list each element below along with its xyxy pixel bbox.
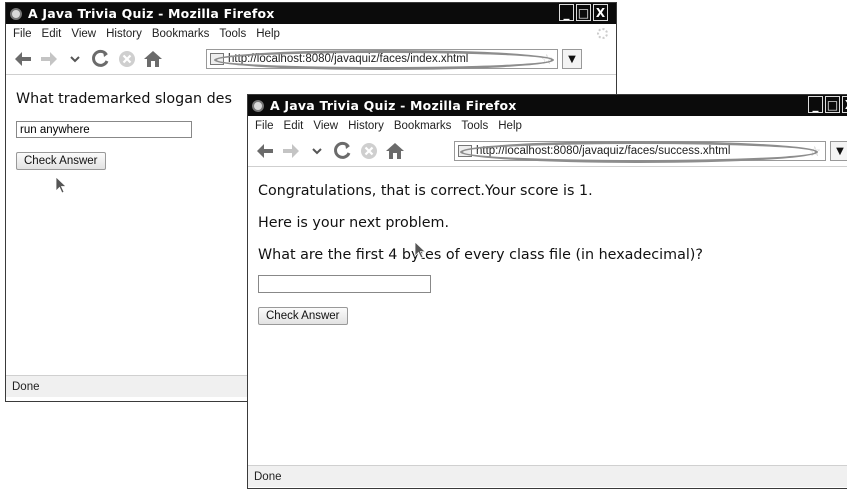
window-title: A Java Trivia Quiz - Mozilla Firefox <box>28 6 275 21</box>
next-problem-text: Here is your next problem. <box>258 215 450 231</box>
forward-arrow-icon[interactable] <box>38 48 60 70</box>
maximize-button[interactable]: □ <box>576 4 591 21</box>
reload-icon[interactable] <box>90 48 112 70</box>
congratulations-message: Congratulations, that is correct.Your sc… <box>258 183 593 199</box>
menu-help[interactable]: Help <box>251 28 285 40</box>
menu-file[interactable]: File <box>8 28 37 40</box>
page-content: Congratulations, that is correct.Your sc… <box>248 183 847 325</box>
menu-edit[interactable]: Edit <box>279 120 309 132</box>
url-dropdown-chevron-icon[interactable]: ▼ <box>830 141 847 161</box>
url-bar[interactable]: http://localhost:8080/javaquiz/faces/suc… <box>454 141 826 161</box>
mouse-cursor-icon <box>55 176 67 194</box>
menu-tools[interactable]: Tools <box>456 120 493 132</box>
home-icon[interactable] <box>384 140 406 162</box>
answer-input[interactable] <box>258 275 431 293</box>
minimize-button[interactable]: _ <box>559 4 574 21</box>
back-arrow-icon[interactable] <box>12 48 34 70</box>
title-bar[interactable]: A Java Trivia Quiz - Mozilla Firefox _ □… <box>6 3 616 24</box>
site-page-icon <box>210 53 224 65</box>
menu-file[interactable]: File <box>250 120 279 132</box>
answer-input[interactable] <box>16 121 192 138</box>
question-text: What are the first 4 bytes of every clas… <box>258 247 703 263</box>
menu-edit[interactable]: Edit <box>37 28 67 40</box>
chevron-down-icon[interactable] <box>306 140 328 162</box>
stop-icon[interactable] <box>116 48 138 70</box>
navigation-toolbar: http://localhost:8080/javaquiz/faces/suc… <box>248 136 847 167</box>
stop-icon[interactable] <box>358 140 380 162</box>
browser-window-success: A Java Trivia Quiz - Mozilla Firefox _ □… <box>247 94 847 489</box>
close-button[interactable]: X <box>593 4 608 21</box>
menu-bar: File Edit View History Bookmarks Tools H… <box>248 116 847 136</box>
menu-bar: File Edit View History Bookmarks Tools H… <box>6 24 616 44</box>
mouse-cursor-icon <box>414 241 426 259</box>
home-icon[interactable] <box>142 48 164 70</box>
star-icon[interactable]: ☆ <box>808 142 821 160</box>
url-bar[interactable]: http://localhost:8080/javaquiz/faces/ind… <box>206 49 558 69</box>
check-answer-button[interactable]: Check Answer <box>16 152 106 170</box>
menu-history[interactable]: History <box>343 120 389 132</box>
back-arrow-icon[interactable] <box>254 140 276 162</box>
navigation-toolbar: http://localhost:8080/javaquiz/faces/ind… <box>6 44 616 75</box>
menu-tools[interactable]: Tools <box>214 28 251 40</box>
reload-icon[interactable] <box>332 140 354 162</box>
maximize-button[interactable]: □ <box>825 96 840 113</box>
star-icon[interactable]: ☆ <box>540 50 553 68</box>
menu-bookmarks[interactable]: Bookmarks <box>389 120 457 132</box>
status-text: Done <box>12 380 40 393</box>
forward-arrow-icon[interactable] <box>280 140 302 162</box>
title-bar[interactable]: A Java Trivia Quiz - Mozilla Firefox _ □… <box>248 95 847 116</box>
url-text: http://localhost:8080/javaquiz/faces/suc… <box>476 145 731 157</box>
chevron-down-icon[interactable] <box>64 48 86 70</box>
menu-help[interactable]: Help <box>493 120 527 132</box>
menu-history[interactable]: History <box>101 28 147 40</box>
menu-view[interactable]: View <box>308 120 343 132</box>
menu-view[interactable]: View <box>66 28 101 40</box>
window-title: A Java Trivia Quiz - Mozilla Firefox <box>270 98 517 113</box>
firefox-app-icon[interactable] <box>252 99 264 112</box>
check-answer-button[interactable]: Check Answer <box>258 307 348 325</box>
status-text: Done <box>254 470 282 483</box>
firefox-app-icon[interactable] <box>10 7 22 20</box>
close-button[interactable]: X <box>842 96 847 113</box>
url-text: http://localhost:8080/javaquiz/faces/ind… <box>228 53 469 65</box>
minimize-button[interactable]: _ <box>808 96 823 113</box>
site-page-icon <box>458 145 472 157</box>
menu-bookmarks[interactable]: Bookmarks <box>147 28 215 40</box>
url-dropdown-chevron-icon[interactable]: ▼ <box>562 49 582 69</box>
status-bar: Done <box>248 465 847 487</box>
throbber-icon <box>597 28 608 39</box>
